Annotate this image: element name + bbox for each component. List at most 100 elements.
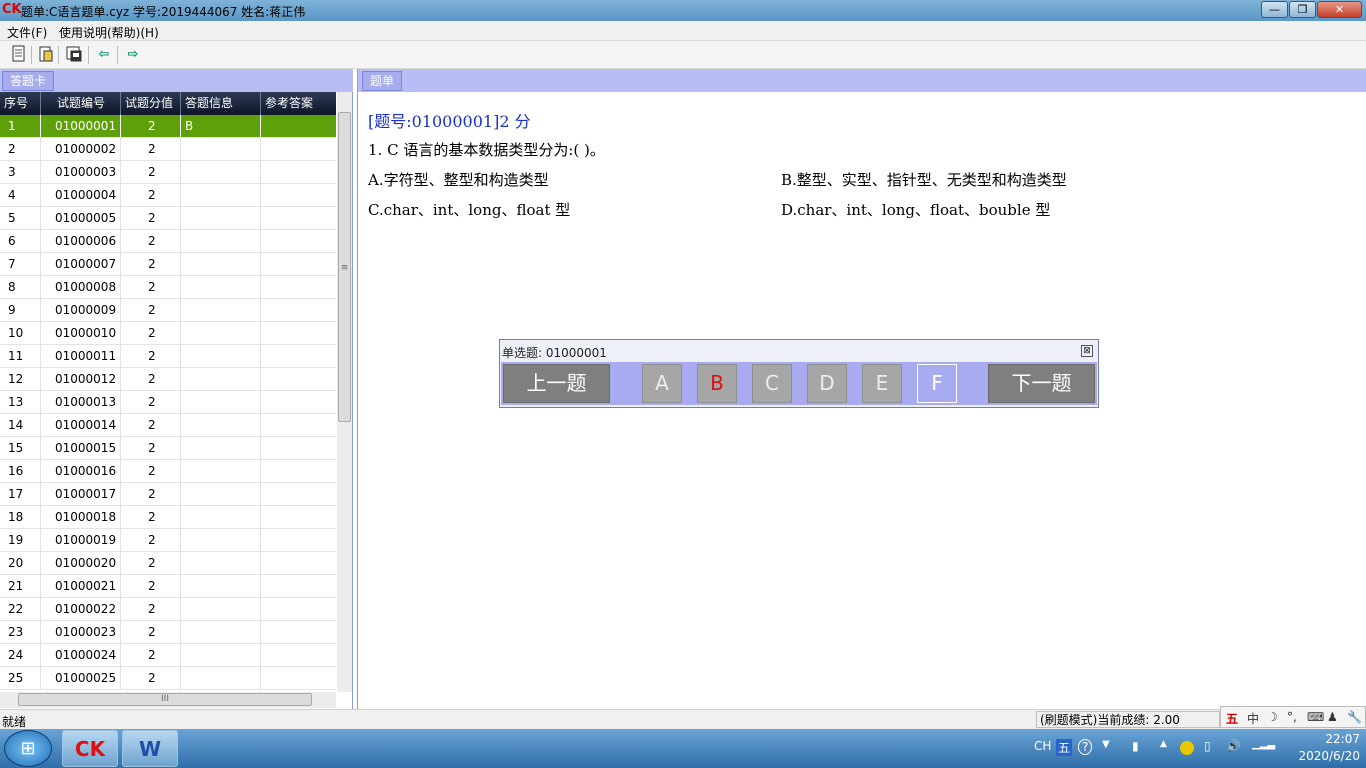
option-a-text: A.字符型、整型和构造类型 <box>368 171 549 189</box>
wrench-icon[interactable]: 🔧 <box>1347 710 1362 724</box>
table-row[interactable]: 22 01000022 2 <box>0 598 336 621</box>
table-row[interactable]: 2 01000002 2 <box>0 138 336 161</box>
table-row[interactable]: 12 01000012 2 <box>0 368 336 391</box>
tray-ime-icon[interactable]: 五 <box>1056 739 1073 756</box>
user-icon[interactable]: ♟ <box>1327 710 1338 724</box>
row-score: 2 <box>121 230 181 252</box>
next-question-button[interactable]: 下一题 <box>988 364 1095 403</box>
moon-icon[interactable]: ☽ <box>1267 710 1278 724</box>
row-index: 20 <box>0 552 41 574</box>
table-row[interactable]: 7 01000007 2 <box>0 253 336 276</box>
option-e-button[interactable]: E <box>862 364 902 403</box>
vertical-scrollbar[interactable]: ≡ <box>337 92 352 692</box>
battery-icon[interactable]: ▮ <box>1132 739 1139 753</box>
row-answer-info <box>181 253 261 275</box>
row-question-id: 01000006 <box>41 230 121 252</box>
volume-icon[interactable]: 🔊 <box>1226 739 1241 753</box>
column-header-question-id[interactable]: 试题编号 <box>41 92 121 115</box>
row-index: 11 <box>0 345 41 367</box>
table-row[interactable]: 16 01000016 2 <box>0 460 336 483</box>
status-bar: 就绪 (刷题模式)当前成绩: 2.00 <box>0 709 1366 729</box>
table-row[interactable]: 20 01000020 2 <box>0 552 336 575</box>
row-index: 14 <box>0 414 41 436</box>
table-row[interactable]: 15 01000015 2 <box>0 437 336 460</box>
tray-language[interactable]: CH <box>1034 739 1051 753</box>
save-icon[interactable] <box>64 45 84 65</box>
row-question-id: 01000004 <box>41 184 121 206</box>
row-question-id: 01000012 <box>41 368 121 390</box>
tray-help-icon[interactable]: ? <box>1078 739 1093 755</box>
ime-mode-icon[interactable]: 五 <box>1226 710 1238 727</box>
row-question-id: 01000023 <box>41 621 121 643</box>
row-index: 10 <box>0 322 41 344</box>
menu-file[interactable]: 文件(F) <box>7 24 47 41</box>
table-row[interactable]: 18 01000018 2 <box>0 506 336 529</box>
new-document-icon[interactable] <box>9 45 29 65</box>
horizontal-scroll-thumb[interactable]: III <box>18 693 312 706</box>
table-row[interactable]: 19 01000019 2 <box>0 529 336 552</box>
table-row[interactable]: 24 01000024 2 <box>0 644 336 667</box>
row-answer-info <box>181 161 261 183</box>
table-row[interactable]: 14 01000014 2 <box>0 414 336 437</box>
maximize-button[interactable]: ❐ <box>1289 1 1316 18</box>
question-stem: 1. C 语言的基本数据类型分为:( )。 <box>368 141 605 159</box>
table-row[interactable]: 1 01000001 2 B <box>0 115 336 138</box>
row-reference-answer <box>261 230 336 252</box>
dialog-close-icon[interactable]: ⊠ <box>1081 345 1093 357</box>
column-header-answer-info[interactable]: 答题信息 <box>181 92 261 115</box>
option-d-button[interactable]: D <box>807 364 847 403</box>
close-button[interactable]: ✕ <box>1317 1 1362 18</box>
table-row[interactable]: 5 01000005 2 <box>0 207 336 230</box>
previous-question-button[interactable]: 上一题 <box>503 364 610 403</box>
tab-answer-card[interactable]: 答题卡 <box>2 71 55 91</box>
start-button[interactable]: ⊞ <box>4 730 52 767</box>
device-icon[interactable]: ▯ <box>1204 739 1211 753</box>
column-header-score[interactable]: 试题分值 <box>121 92 181 115</box>
menu-bar: 文件(F) 使用说明(帮助)(H) <box>0 21 1366 41</box>
option-f-button[interactable]: F <box>917 364 957 403</box>
table-row[interactable]: 10 01000010 2 <box>0 322 336 345</box>
column-header-reference-answer[interactable]: 参考答案 <box>261 92 336 115</box>
ime-language-icon[interactable]: 中 <box>1247 710 1259 727</box>
row-question-id: 01000007 <box>41 253 121 275</box>
column-header-index[interactable]: 序号 <box>0 92 41 115</box>
row-score: 2 <box>121 207 181 229</box>
minimize-button[interactable]: — <box>1261 1 1288 18</box>
table-row[interactable]: 21 01000021 2 <box>0 575 336 598</box>
table-row[interactable]: 3 01000003 2 <box>0 161 336 184</box>
table-row[interactable]: 6 01000006 2 <box>0 230 336 253</box>
option-b-button[interactable]: B <box>697 364 737 403</box>
tab-question-sheet[interactable]: 题单 <box>362 71 403 91</box>
table-row[interactable]: 9 01000009 2 <box>0 299 336 322</box>
tray-arrow-icon[interactable]: ▼ <box>1102 739 1110 750</box>
table-row[interactable]: 25 01000025 2 <box>0 667 336 690</box>
show-hidden-icons[interactable]: ▲ <box>1160 739 1167 749</box>
table-row[interactable]: 13 01000013 2 <box>0 391 336 414</box>
punctuation-icon[interactable]: °, <box>1287 710 1297 724</box>
menu-help[interactable]: 使用说明(帮助)(H) <box>59 24 159 41</box>
row-answer-info <box>181 276 261 298</box>
vertical-scroll-thumb[interactable]: ≡ <box>338 112 351 422</box>
row-question-id: 01000021 <box>41 575 121 597</box>
tray-app-icon[interactable] <box>1180 741 1194 755</box>
row-reference-answer <box>261 207 336 229</box>
taskbar-app-word[interactable]: W <box>122 730 178 767</box>
network-icon[interactable]: ▁▂▃ <box>1252 739 1275 750</box>
table-row[interactable]: 8 01000008 2 <box>0 276 336 299</box>
table-row[interactable]: 11 01000011 2 <box>0 345 336 368</box>
clock[interactable]: 22:07 2020/6/20 <box>1280 731 1360 765</box>
option-a-button[interactable]: A <box>642 364 682 403</box>
keyboard-icon[interactable]: ⌨ <box>1307 710 1324 724</box>
arrow-left-icon[interactable]: ⇦ <box>94 45 114 65</box>
toolbar-separator <box>88 46 89 64</box>
row-reference-answer <box>261 322 336 344</box>
row-index: 1 <box>0 115 41 137</box>
option-c-button[interactable]: C <box>752 364 792 403</box>
open-document-icon[interactable] <box>36 45 56 65</box>
taskbar-app-ck[interactable]: CK <box>62 730 118 767</box>
table-row[interactable]: 17 01000017 2 <box>0 483 336 506</box>
table-row[interactable]: 4 01000004 2 <box>0 184 336 207</box>
arrow-right-icon[interactable]: ⇨ <box>123 45 143 65</box>
horizontal-scrollbar[interactable]: III <box>0 692 336 708</box>
table-row[interactable]: 23 01000023 2 <box>0 621 336 644</box>
